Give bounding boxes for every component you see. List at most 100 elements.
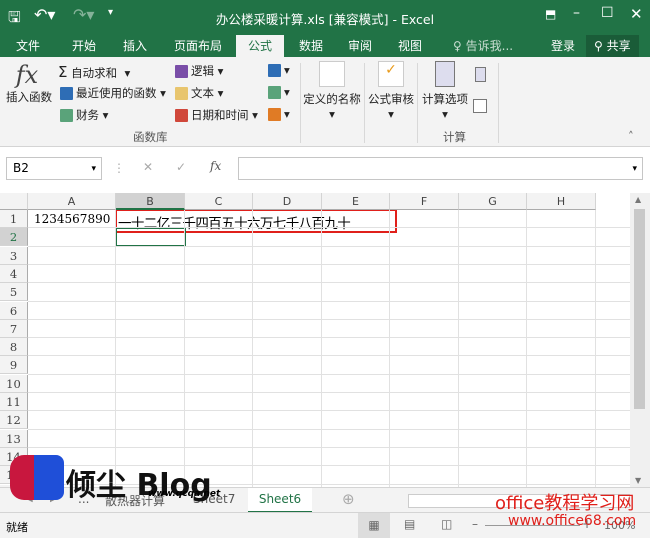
tab-home[interactable]: 开始 — [64, 35, 104, 57]
row-header-4[interactable]: 4 — [0, 264, 28, 283]
login-link[interactable]: 登录 — [543, 35, 583, 57]
name-box[interactable]: B2 ▾ — [6, 157, 102, 180]
row-header-12[interactable]: 12 — [0, 411, 28, 430]
math-icon — [268, 86, 281, 99]
logical-button[interactable]: 逻辑 ▾ — [175, 63, 223, 79]
selected-cell-B2[interactable] — [115, 227, 186, 247]
gridline — [28, 300, 630, 302]
logo-url: www.qcqa.net — [148, 489, 221, 499]
maximize-icon[interactable]: ☐ — [601, 5, 614, 21]
group-function-library: 函数库 — [133, 130, 168, 144]
lookup-icon — [268, 64, 281, 77]
row-header-10[interactable]: 10 — [0, 374, 28, 393]
lookup-button[interactable]: ▾ — [268, 63, 290, 77]
row-header-8[interactable]: 8 — [0, 338, 28, 357]
share-button[interactable]: ⚲ 共享 — [586, 35, 639, 57]
formula-input[interactable]: ▾ — [238, 157, 643, 180]
formula-bar: B2 ▾ ⋮ ✕ ✓ fx ▾ — [0, 147, 650, 193]
scroll-down-icon[interactable]: ▼ — [635, 476, 641, 485]
financial-button[interactable]: 财务 ▾ — [60, 107, 108, 123]
tab-review[interactable]: 审阅 — [340, 35, 380, 57]
row-header-2[interactable]: 2 — [0, 228, 28, 247]
gridline — [184, 210, 185, 487]
page-layout-view-icon[interactable]: ▤ — [404, 517, 415, 531]
row-header-3[interactable]: 3 — [0, 246, 28, 265]
calculate-sheet-icon[interactable] — [473, 99, 487, 113]
column-header-G[interactable]: G — [459, 193, 527, 210]
logic-book-icon — [175, 65, 188, 78]
row-header-7[interactable]: 7 — [0, 319, 28, 338]
gridline — [28, 245, 630, 247]
datetime-button[interactable]: 日期和时间 ▾ — [175, 107, 258, 123]
gridline — [321, 210, 322, 487]
text-book-icon — [175, 87, 188, 100]
tab-file[interactable]: 文件 — [8, 35, 48, 57]
more-functions-button[interactable]: ▾ — [268, 107, 290, 121]
defined-names-button[interactable]: 定义的名称 ▾ — [302, 61, 362, 121]
calculation-options-button[interactable]: 计算选项 ▾ — [420, 61, 470, 121]
recent-functions-button[interactable]: 最近使用的函数 ▾ — [60, 85, 166, 101]
close-icon[interactable]: ✕ — [630, 5, 643, 23]
select-all[interactable] — [0, 193, 28, 210]
gridline — [28, 318, 630, 320]
ribbon-display-icon[interactable]: ⬒ — [545, 7, 556, 21]
worksheet-grid[interactable]: 1234567890 一十二亿三千四百五十六万七千八百九十 ABCDEFGH12… — [0, 193, 630, 487]
column-header-F[interactable]: F — [390, 193, 459, 210]
gridline — [252, 210, 253, 487]
scroll-up-icon[interactable]: ▲ — [635, 195, 641, 204]
tab-view[interactable]: 视图 — [390, 35, 430, 57]
sheet-tab-sheet6[interactable]: Sheet6 — [248, 488, 312, 513]
text-button[interactable]: 文本 ▾ — [175, 85, 223, 101]
row-header-9[interactable]: 9 — [0, 356, 28, 375]
collapse-ribbon-icon[interactable]: ˄ — [628, 129, 634, 143]
gridline — [28, 446, 630, 448]
column-header-B[interactable]: B — [116, 193, 185, 210]
sigma-icon: Σ — [58, 63, 68, 81]
tab-insert[interactable]: 插入 — [115, 35, 155, 57]
scroll-thumb[interactable] — [634, 209, 645, 409]
qcqa-logo — [10, 455, 65, 500]
enter-icon[interactable]: ✓ — [176, 160, 186, 174]
tab-data[interactable]: 数据 — [291, 35, 331, 57]
math-button[interactable]: ▾ — [268, 85, 290, 99]
gridline — [115, 210, 116, 487]
row-header-6[interactable]: 6 — [0, 301, 28, 320]
gridline — [28, 337, 630, 339]
gridline — [28, 392, 630, 393]
title-bar: 🖫 ↶▾ ↷▾ ▾ 办公楼采暖计算.xls [兼容模式] - Excel ⬒ –… — [0, 0, 650, 33]
cancel-icon[interactable]: ✕ — [143, 160, 153, 174]
column-header-A[interactable]: A — [28, 193, 116, 210]
column-header-C[interactable]: C — [185, 193, 253, 210]
more-icon: ⋮ — [113, 161, 125, 175]
row-header-5[interactable]: 5 — [0, 283, 28, 302]
gridline — [526, 210, 527, 487]
site-url-watermark: www.office68.com — [508, 513, 637, 529]
column-header-D[interactable]: D — [253, 193, 322, 210]
vertical-scrollbar[interactable]: ▲ ▼ — [630, 193, 650, 487]
gridline — [389, 210, 390, 487]
column-header-H[interactable]: H — [527, 193, 596, 210]
row-header-13[interactable]: 13 — [0, 429, 28, 448]
normal-view-icon[interactable]: ▦ — [358, 513, 390, 538]
row-header-11[interactable]: 11 — [0, 393, 28, 411]
page-break-view-icon[interactable]: ◫ — [441, 517, 452, 531]
calculate-now-icon[interactable] — [475, 67, 486, 82]
insert-function-icon[interactable]: fx — [210, 159, 221, 173]
tab-page-layout[interactable]: 页面布局 — [166, 35, 230, 57]
column-header-E[interactable]: E — [322, 193, 390, 210]
gridline — [28, 373, 630, 375]
formula-auditing-button[interactable]: ✓ 公式审核 ▾ — [366, 61, 416, 121]
zoom-out-icon[interactable]: – — [472, 517, 478, 531]
site-watermark: office教程学习网 — [495, 493, 635, 514]
gridline — [28, 428, 630, 430]
tell-me-search[interactable]: ♀ 告诉我... — [445, 35, 521, 57]
expand-icon: ▾ — [632, 164, 637, 174]
row-header-1[interactable]: 1 — [0, 210, 28, 228]
cell-A1[interactable]: 1234567890 — [34, 212, 110, 226]
add-sheet-icon[interactable]: ⊕ — [342, 490, 355, 508]
gridline — [28, 227, 630, 229]
minimize-icon[interactable]: – — [573, 5, 580, 21]
tab-formulas[interactable]: 公式 — [236, 35, 284, 57]
autosum-button[interactable]: Σ 自动求和 ▾ — [58, 63, 130, 81]
insert-function-button[interactable]: fx 插入函数 — [6, 61, 52, 105]
